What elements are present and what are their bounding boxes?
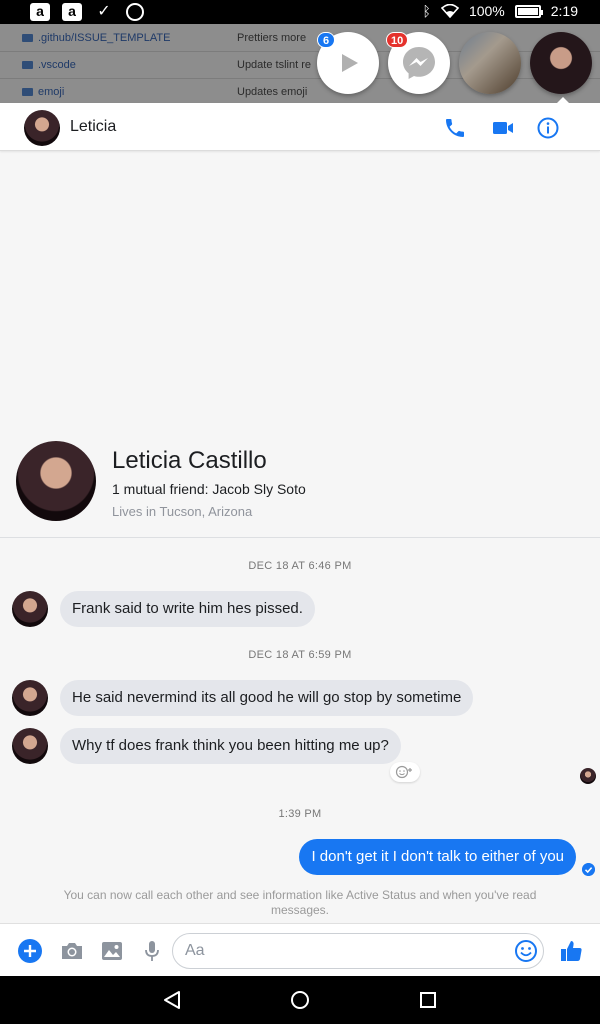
add-reaction-icon[interactable] (390, 762, 420, 782)
checkmark-icon: ✓ (97, 3, 111, 20)
clock: 2:19 (550, 3, 578, 19)
message-timestamp: DEC 18 AT 6:46 PM (248, 560, 352, 572)
video-icon[interactable] (491, 116, 515, 140)
info-icon[interactable] (536, 116, 560, 140)
amazon-icon: a (30, 3, 50, 21)
amazon-icon: a (62, 3, 82, 21)
thumbs-up-icon[interactable] (558, 938, 584, 964)
commit-message[interactable]: Update tslint re (237, 59, 311, 71)
back-icon[interactable] (160, 988, 184, 1012)
commit-message[interactable]: Updates emoji (237, 86, 307, 98)
file-name[interactable]: .vscode (38, 59, 76, 71)
profile-card: Leticia Castillo 1 mutual friend: Jacob … (0, 441, 600, 537)
bluetooth-icon: ᛒ (422, 3, 431, 19)
folder-icon (22, 34, 33, 42)
composer (0, 923, 600, 976)
messenger-chat-head[interactable]: 10 (386, 32, 450, 94)
camera-icon[interactable] (59, 938, 85, 964)
image-icon[interactable] (99, 938, 125, 964)
profile-avatar[interactable] (16, 441, 96, 521)
file-name[interactable]: emoji (38, 86, 64, 98)
chat-window: Leticia Leticia Castillo 1 mutual friend… (0, 103, 600, 976)
notification-icons: a a ✓ (30, 3, 144, 21)
system-icons: ᛒ 100% 2:19 (423, 3, 578, 19)
contact-name[interactable]: Leticia (70, 118, 116, 136)
folder-icon (22, 61, 33, 69)
unread-badge: 6 (317, 32, 335, 48)
file-name[interactable]: .github/ISSUE_TEMPLATE (38, 32, 170, 44)
battery-percent: 100% (468, 3, 505, 19)
video-chat-head[interactable]: 6 (317, 32, 379, 94)
phone-icon[interactable] (443, 116, 467, 140)
profile-name[interactable]: Leticia Castillo (112, 447, 267, 475)
profile-location: Lives in Tucson, Arizona (112, 504, 253, 519)
messenger-icon (126, 3, 144, 21)
unread-badge: 10 (386, 32, 409, 48)
mutual-friends: 1 mutual friend: Jacob Sly Soto (112, 481, 306, 497)
folder-icon (22, 88, 33, 96)
sender-avatar[interactable] (12, 728, 48, 764)
contact-chat-head[interactable] (459, 32, 521, 94)
wifi-icon (440, 4, 459, 18)
messenger-icon (403, 47, 435, 79)
chat-heads: 6 10 (316, 30, 596, 105)
leticia-chat-head[interactable] (530, 32, 592, 94)
delivered-check-icon (582, 863, 595, 876)
battery-icon (514, 4, 543, 18)
divider (0, 537, 600, 538)
outgoing-message[interactable]: I don't get it I don't talk to either of… (299, 839, 576, 875)
status-bar: a a ✓ ᛒ 100% 2:19 (0, 0, 600, 24)
chat-header: Leticia (0, 103, 600, 151)
emoji-icon[interactable] (513, 938, 539, 964)
incoming-message[interactable]: Why tf does frank think you been hitting… (60, 728, 401, 764)
home-icon[interactable] (288, 988, 312, 1012)
message-input[interactable] (172, 933, 544, 969)
plus-icon[interactable] (17, 938, 43, 964)
avatar[interactable] (24, 110, 60, 146)
battery-fill (517, 7, 538, 15)
play-icon (342, 54, 358, 72)
microphone-icon[interactable] (139, 938, 165, 964)
system-notice: You can now call each other and see info… (63, 888, 537, 917)
message-timestamp: 1:39 PM (278, 808, 322, 820)
sender-avatar[interactable] (12, 591, 48, 627)
message-timestamp: DEC 18 AT 6:59 PM (248, 649, 352, 661)
commit-message[interactable]: Prettiers more (237, 32, 306, 44)
recent-apps-icon[interactable] (416, 988, 440, 1012)
incoming-message[interactable]: Frank said to write him hes pissed. (60, 591, 315, 627)
incoming-message[interactable]: He said nevermind its all good he will g… (60, 680, 474, 716)
seen-avatar (580, 768, 596, 784)
sender-avatar[interactable] (12, 680, 48, 716)
navigation-bar (0, 976, 600, 1024)
